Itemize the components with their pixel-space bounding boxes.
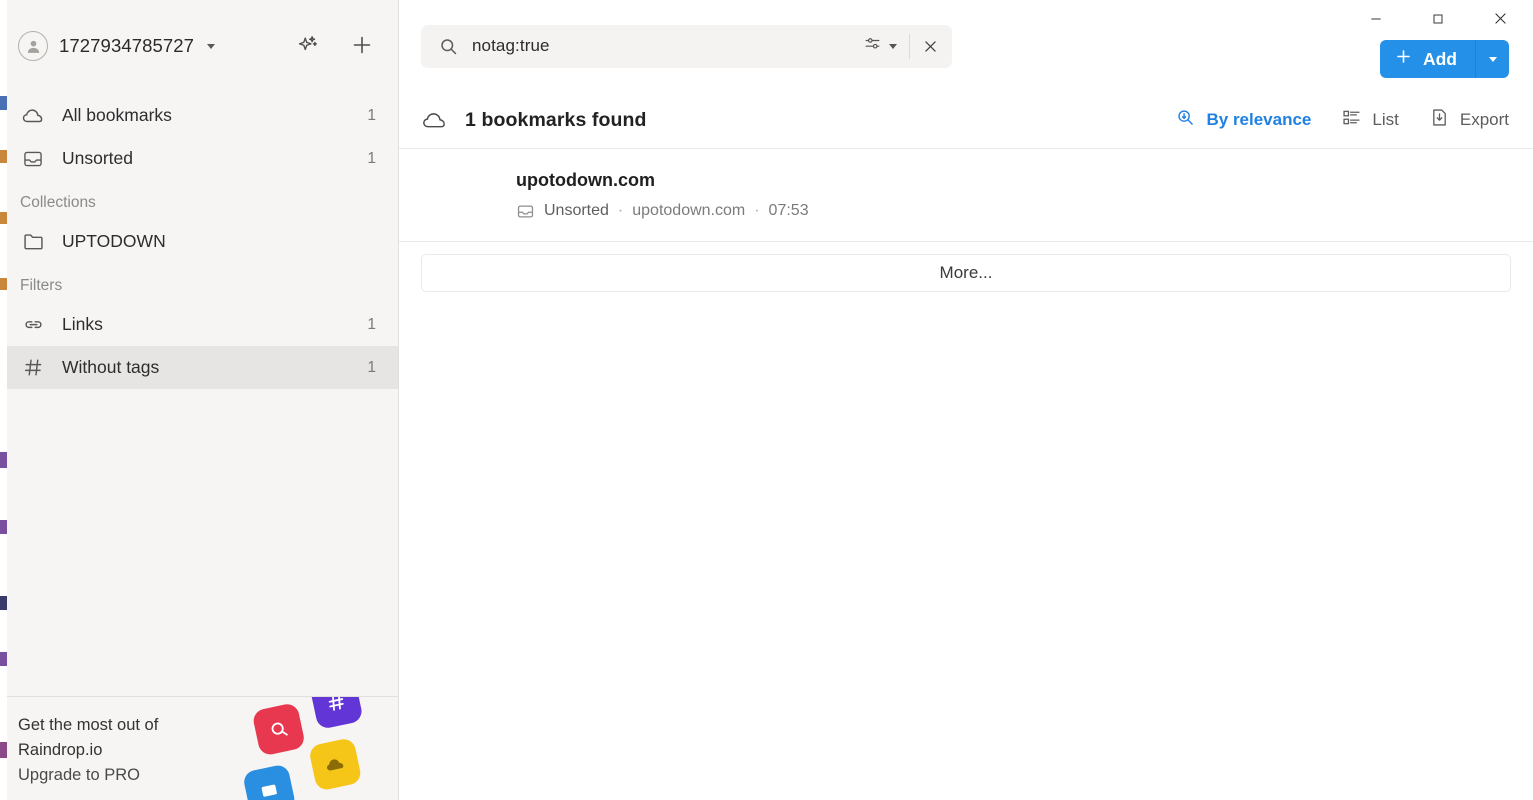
window-minimize-button[interactable] xyxy=(1345,0,1407,42)
close-icon xyxy=(1492,10,1509,32)
window-controls-area: Add xyxy=(1253,0,1533,92)
search-divider xyxy=(909,33,910,59)
export-label: Export xyxy=(1459,110,1509,129)
sidebar-section-filters: Filters xyxy=(20,277,63,294)
search-bar[interactable]: notag:true xyxy=(421,24,952,68)
export-button[interactable]: Export xyxy=(1429,107,1509,133)
app-window: 1727934785727 All bookmarks 1 Unsorted 1… xyxy=(0,0,1533,800)
bookmark-time: 07:53 xyxy=(768,202,809,219)
ai-sparkle-button[interactable] xyxy=(294,32,322,60)
hash-icon xyxy=(20,355,46,381)
sidebar-item-uptodown[interactable]: UPTODOWN xyxy=(0,220,398,263)
pro-upgrade-promo[interactable]: Get the most out of Raindrop.io Upgrade … xyxy=(0,696,398,800)
search-clear-button[interactable] xyxy=(912,28,948,64)
bookmark-domain: upotodown.com xyxy=(632,202,746,219)
top-bar: notag:true Add xyxy=(399,0,1533,92)
more-button-wrap: More... xyxy=(399,242,1533,292)
plus-icon xyxy=(1394,47,1413,71)
sparkle-icon xyxy=(297,34,319,59)
search-icon xyxy=(438,36,459,57)
window-left-edge xyxy=(0,0,7,800)
tile-cloud xyxy=(307,737,363,792)
chevron-down-icon xyxy=(1488,56,1497,62)
account-username: 1727934785727 xyxy=(59,35,195,56)
promo-artwork xyxy=(241,697,398,800)
inbox-icon xyxy=(516,202,535,221)
sidebar-item-label: UPTODOWN xyxy=(62,231,166,251)
results-count-title: 1 bookmarks found xyxy=(465,108,647,131)
sidebar-item-label: Unsorted xyxy=(62,148,134,168)
sidebar-item-label: Without tags xyxy=(62,357,160,377)
search-filter-button[interactable] xyxy=(853,34,907,58)
inbox-icon xyxy=(20,146,46,172)
account-switcher[interactable]: 1727934785727 xyxy=(18,31,294,61)
meta-separator: · xyxy=(754,202,760,219)
sort-by-relevance-button[interactable]: By relevance xyxy=(1175,107,1311,133)
window-maximize-button[interactable] xyxy=(1407,0,1469,42)
sidebar-item-links[interactable]: Links 1 xyxy=(0,303,398,346)
add-new-button[interactable] xyxy=(348,32,376,60)
sort-relevance-icon xyxy=(1175,107,1196,133)
person-avatar-icon xyxy=(18,31,48,61)
bookmark-title: upotodown.com xyxy=(516,169,655,190)
sidebar-item-count: 1 xyxy=(367,315,376,333)
add-dropdown-button[interactable] xyxy=(1476,40,1509,78)
meta-separator: · xyxy=(617,202,624,219)
search-input[interactable]: notag:true xyxy=(459,36,853,56)
more-button[interactable]: More... xyxy=(421,254,1511,292)
plus-icon xyxy=(350,33,374,60)
sidebar-item-all-bookmarks[interactable]: All bookmarks 1 xyxy=(0,94,398,137)
sidebar-item-label: All bookmarks xyxy=(62,105,172,125)
window-close-button[interactable] xyxy=(1469,0,1531,42)
sidebar-header: 1727934785727 xyxy=(0,0,398,92)
sidebar-item-without-tags[interactable]: Without tags 1 xyxy=(0,346,398,389)
cloud-icon xyxy=(421,107,448,134)
chevron-down-icon xyxy=(207,43,216,49)
chevron-down-icon xyxy=(889,43,897,49)
sidebar-item-count: 1 xyxy=(367,106,376,124)
sidebar-section-collections: Collections xyxy=(20,194,96,211)
sidebar-item-label: Links xyxy=(62,314,103,334)
add-button-group: Add xyxy=(1379,40,1509,78)
view-list-label: List xyxy=(1372,110,1399,129)
main-content: notag:true Add 1 bookmarks found By rele… xyxy=(399,0,1533,800)
sidebar-item-unsorted[interactable]: Unsorted 1 xyxy=(0,137,398,180)
bookmark-collection: Unsorted xyxy=(544,202,609,219)
add-button-label: Add xyxy=(1422,48,1457,69)
bookmark-item[interactable]: upotodown.com Unsorted · upotodown.com ·… xyxy=(399,149,1533,242)
sidebar: 1727934785727 All bookmarks 1 Unsorted 1… xyxy=(0,0,399,800)
sidebar-nav: All bookmarks 1 Unsorted 1 Collections U… xyxy=(0,92,398,389)
results-list: upotodown.com Unsorted · upotodown.com ·… xyxy=(399,149,1533,242)
sidebar-item-count: 1 xyxy=(367,149,376,167)
cloud-icon xyxy=(20,103,46,129)
filter-sliders-icon xyxy=(863,34,882,58)
add-button[interactable]: Add xyxy=(1379,40,1476,78)
tile-search xyxy=(251,702,307,757)
bookmark-meta: Unsorted · upotodown.com · 07:53 xyxy=(516,202,1533,221)
minimize-icon xyxy=(1368,11,1384,32)
sort-by-relevance-label: By relevance xyxy=(1206,110,1312,129)
list-view-icon xyxy=(1341,107,1362,133)
tile-hash xyxy=(309,697,364,731)
maximize-icon xyxy=(1430,11,1446,32)
link-icon xyxy=(20,312,46,338)
export-download-icon xyxy=(1429,107,1450,133)
folder-icon xyxy=(20,229,46,255)
view-list-button[interactable]: List xyxy=(1341,107,1399,133)
sidebar-item-count: 1 xyxy=(367,358,376,376)
results-header: 1 bookmarks found By relevance List Expo… xyxy=(399,92,1533,149)
